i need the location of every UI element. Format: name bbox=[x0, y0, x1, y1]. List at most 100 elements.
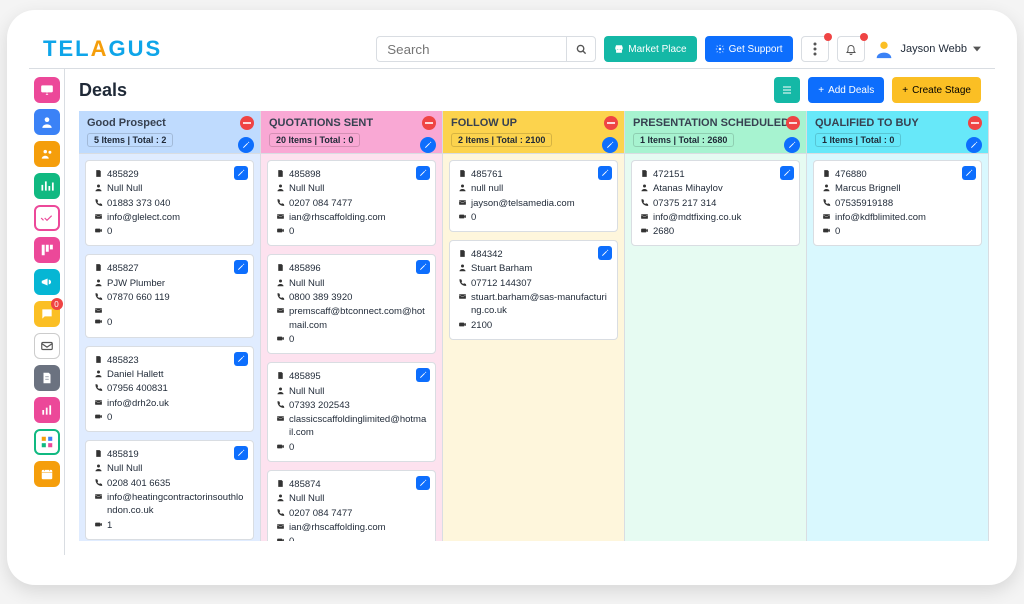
column-head: Good Prospect 5 Items | Total : 2 bbox=[79, 111, 260, 154]
create-stage-button[interactable]: +Create Stage bbox=[892, 77, 981, 103]
deal-card[interactable]: 485819Null Null0208 401 6635info@heating… bbox=[85, 440, 254, 540]
edit-card-button[interactable] bbox=[416, 166, 430, 180]
card-value: 0 bbox=[289, 225, 294, 238]
person-icon bbox=[276, 183, 285, 192]
delete-column-button[interactable] bbox=[604, 116, 618, 130]
edit-column-button[interactable] bbox=[602, 137, 618, 153]
delete-column-button[interactable] bbox=[240, 116, 254, 130]
edit-card-button[interactable] bbox=[598, 166, 612, 180]
camera-icon bbox=[458, 320, 467, 329]
deal-card[interactable]: 485829Null Null01883 373 040info@glelect… bbox=[85, 160, 254, 246]
phone-icon bbox=[94, 198, 103, 207]
edit-card-button[interactable] bbox=[234, 446, 248, 460]
edit-card-button[interactable] bbox=[598, 246, 612, 260]
edit-card-button[interactable] bbox=[234, 260, 248, 274]
search-button[interactable] bbox=[566, 36, 596, 62]
deal-card[interactable]: 472151Atanas Mihaylov07375 217 314info@m… bbox=[631, 160, 800, 246]
card-value: 0 bbox=[289, 535, 294, 541]
phone-icon bbox=[94, 292, 103, 301]
deal-card[interactable]: 485874Null Null0207 084 7477ian@rhscaffo… bbox=[267, 470, 436, 541]
deal-card[interactable]: 484342Stuart Barham07712 144307stuart.ba… bbox=[449, 240, 618, 340]
sidebar-item-6[interactable] bbox=[34, 237, 60, 263]
list-view-button[interactable] bbox=[774, 77, 800, 103]
card-person: Daniel Hallett bbox=[107, 368, 164, 381]
delete-column-button[interactable] bbox=[422, 116, 436, 130]
sidebar-item-13[interactable] bbox=[34, 461, 60, 487]
deal-card[interactable]: 485898Null Null0207 084 7477ian@rhscaffo… bbox=[267, 160, 436, 246]
card-id: 485874 bbox=[289, 478, 321, 491]
file-icon bbox=[94, 449, 103, 458]
deal-card[interactable]: 485896Null Null0800 389 3920premscaff@bt… bbox=[267, 254, 436, 354]
sidebar-item-4[interactable] bbox=[34, 173, 60, 199]
edit-column-button[interactable] bbox=[238, 137, 254, 153]
card-value: 2680 bbox=[653, 225, 674, 238]
topbar: TELAGUS Market Place Get Support Jayson … bbox=[29, 30, 995, 69]
deal-card[interactable]: 485761null nulljayson@telsamedia.com0 bbox=[449, 160, 618, 232]
card-value: 0 bbox=[835, 225, 840, 238]
avatar bbox=[873, 38, 895, 60]
edit-card-button[interactable] bbox=[234, 352, 248, 366]
search-icon bbox=[576, 44, 587, 55]
sidebar-item-11[interactable] bbox=[34, 397, 60, 423]
person-icon bbox=[458, 183, 467, 192]
bars-icon bbox=[40, 403, 54, 417]
edit-card-button[interactable] bbox=[416, 476, 430, 490]
card-id: 485896 bbox=[289, 262, 321, 275]
more-button[interactable] bbox=[801, 36, 829, 62]
edit-column-button[interactable] bbox=[420, 137, 436, 153]
card-email: info@mdtfixing.co.uk bbox=[653, 211, 741, 224]
edit-card-button[interactable] bbox=[416, 260, 430, 274]
card-person: Null Null bbox=[289, 492, 324, 505]
minus-icon bbox=[607, 119, 615, 127]
sidebar-item-deals[interactable] bbox=[34, 205, 60, 231]
card-id: 476880 bbox=[835, 168, 867, 181]
card-id: 485827 bbox=[107, 262, 139, 275]
column-summary: 5 Items | Total : 2 bbox=[87, 133, 173, 147]
sidebar-item-9[interactable] bbox=[34, 333, 60, 359]
search-input[interactable] bbox=[376, 36, 566, 62]
card-id: 472151 bbox=[653, 168, 685, 181]
megaphone-icon bbox=[40, 275, 54, 289]
column-body: 476880Marcus Brignell07535919188info@kdf… bbox=[807, 154, 988, 541]
sidebar-item-8[interactable]: 0 bbox=[34, 301, 60, 327]
deal-card[interactable]: 485895Null Null07393 202543classicscaffo… bbox=[267, 362, 436, 462]
card-person: Null Null bbox=[107, 462, 142, 475]
dots-icon bbox=[813, 42, 817, 56]
person-icon bbox=[458, 263, 467, 272]
sidebar-item-2[interactable] bbox=[34, 109, 60, 135]
delete-column-button[interactable] bbox=[968, 116, 982, 130]
edit-card-button[interactable] bbox=[416, 368, 430, 382]
card-phone: 07375 217 314 bbox=[653, 197, 716, 210]
card-person: Null Null bbox=[107, 182, 142, 195]
delete-column-button[interactable] bbox=[786, 116, 800, 130]
deal-card[interactable]: 485823Daniel Hallett07956 400831info@drh… bbox=[85, 346, 254, 432]
edit-card-button[interactable] bbox=[780, 166, 794, 180]
column-head: PRESENTATION SCHEDULED 1 Items | Total :… bbox=[625, 111, 806, 154]
card-email: ian@rhscaffolding.com bbox=[289, 211, 386, 224]
sidebar-item-10[interactable] bbox=[34, 365, 60, 391]
get-support-button[interactable]: Get Support bbox=[705, 36, 793, 62]
sidebar-item-7[interactable] bbox=[34, 269, 60, 295]
email-icon bbox=[94, 492, 103, 501]
sidebar-item-1[interactable] bbox=[34, 77, 60, 103]
notifications-button[interactable] bbox=[837, 36, 865, 62]
card-phone: 0208 401 6635 bbox=[107, 477, 170, 490]
deal-card[interactable]: 485827PJW Plumber07870 660 1190 bbox=[85, 254, 254, 337]
card-id: 485895 bbox=[289, 370, 321, 383]
card-id: 485829 bbox=[107, 168, 139, 181]
logo: TELAGUS bbox=[43, 36, 162, 62]
edit-card-button[interactable] bbox=[962, 166, 976, 180]
add-deals-button[interactable]: +Add Deals bbox=[808, 77, 884, 103]
card-email: ian@rhscaffolding.com bbox=[289, 521, 386, 534]
sidebar-item-12[interactable] bbox=[34, 429, 60, 455]
user-menu[interactable]: Jayson Webb bbox=[873, 38, 981, 60]
edit-column-button[interactable] bbox=[784, 137, 800, 153]
market-place-button[interactable]: Market Place bbox=[604, 36, 696, 62]
edit-card-button[interactable] bbox=[234, 166, 248, 180]
deal-card[interactable]: 476880Marcus Brignell07535919188info@kdf… bbox=[813, 160, 982, 246]
sidebar-item-3[interactable] bbox=[34, 141, 60, 167]
sidebar: 0 bbox=[29, 69, 65, 555]
edit-column-button[interactable] bbox=[966, 137, 982, 153]
card-person: null null bbox=[471, 182, 503, 195]
card-person: Null Null bbox=[289, 277, 324, 290]
